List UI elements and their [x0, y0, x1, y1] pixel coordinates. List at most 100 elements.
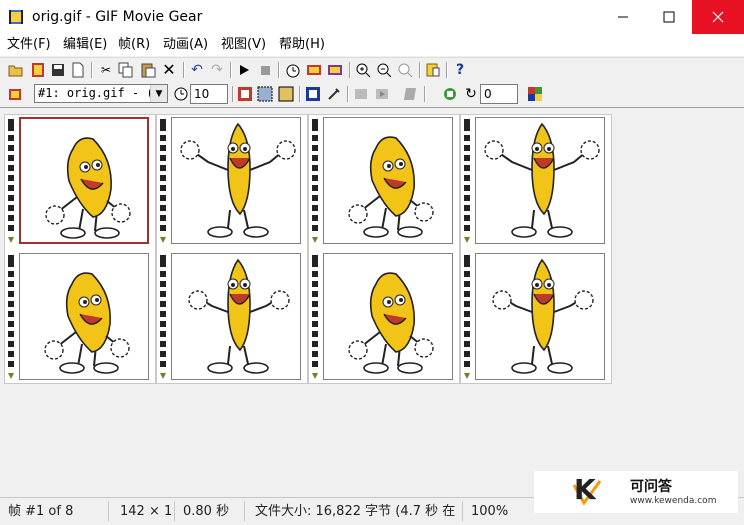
frame-toolbar: #1: orig.gif - ( ▼ 10 ↻ 0: [0, 82, 744, 107]
dispose-leave-icon[interactable]: [256, 85, 274, 103]
zoom-out-icon[interactable]: [375, 61, 393, 79]
banana-figure: [484, 122, 600, 238]
status-divider: [174, 501, 175, 521]
new-icon[interactable]: [69, 61, 87, 79]
filmstrip-column: [156, 114, 308, 384]
status-frame: 帧 #1 of 8: [8, 504, 74, 519]
main-toolbar: ✂ ✕ ↶ ↷ ?: [0, 57, 744, 83]
undo-icon[interactable]: ↶: [188, 61, 206, 79]
frame-thumbnail[interactable]: [171, 253, 301, 380]
filmstrip-sprocket: [160, 119, 166, 379]
frame-thumbnail[interactable]: [475, 253, 605, 380]
frame-thumbnail[interactable]: [475, 117, 605, 244]
status-divider: [462, 501, 463, 521]
frame-select[interactable]: #1: orig.gif - ( ▼: [34, 84, 168, 103]
close-icon: [712, 11, 724, 23]
watermark-name: 可问答: [630, 479, 672, 495]
status-duration: 0.80 秒: [183, 504, 230, 519]
redo-icon[interactable]: ↷: [208, 61, 226, 79]
delay-clock-icon: [172, 85, 190, 103]
toolbar-separator: [424, 86, 426, 102]
maximize-button[interactable]: [646, 0, 692, 34]
title-bar: orig.gif - GIF Movie Gear: [0, 0, 744, 34]
properties-icon[interactable]: [424, 61, 442, 79]
toolbar-separator: [349, 62, 351, 78]
menu-file[interactable]: 文件(F): [7, 37, 51, 53]
frame-select-value: #1: orig.gif - (: [38, 86, 154, 100]
banana-figure: [348, 136, 434, 238]
banana-figure: [188, 258, 290, 374]
frame-thumbnail[interactable]: [323, 117, 453, 244]
delete-icon[interactable]: ✕: [160, 61, 178, 79]
menu-view[interactable]: 视图(V): [221, 37, 266, 53]
banana-figure: [45, 137, 131, 239]
frame-thumbnail[interactable]: [323, 253, 453, 380]
dispose-background-icon[interactable]: [277, 85, 295, 103]
eyedropper-icon[interactable]: [325, 85, 343, 103]
frame-thumbnail[interactable]: [19, 117, 149, 244]
menu-animation[interactable]: 动画(A): [163, 37, 208, 53]
loop-count-field[interactable]: 0: [480, 84, 518, 104]
menu-bar: 文件(F) 编辑(E) 帧(R) 动画(A) 视图(V) 帮助(H): [0, 34, 744, 56]
frame-workspace: [0, 107, 744, 498]
filmstrip-sprocket: [8, 119, 14, 379]
dispose-none-icon[interactable]: [236, 85, 254, 103]
status-size: 142 × 1: [120, 504, 172, 519]
paste-icon[interactable]: [139, 61, 157, 79]
copy-icon[interactable]: [117, 61, 135, 79]
transparency-icon[interactable]: [304, 85, 322, 103]
timer-icon[interactable]: [284, 61, 302, 79]
delay-field[interactable]: 10: [190, 84, 228, 104]
toolbar-separator: [183, 62, 185, 78]
app-icon: [9, 10, 23, 24]
toolbar-separator: [419, 62, 421, 78]
frame-thumbnail[interactable]: [171, 117, 301, 244]
menu-edit[interactable]: 编辑(E): [63, 37, 107, 53]
menu-frame[interactable]: 帧(R): [118, 37, 150, 53]
minimize-button[interactable]: [600, 0, 646, 34]
banana-figure: [180, 122, 296, 238]
stop-icon[interactable]: [256, 61, 274, 79]
frames-back-icon[interactable]: [326, 61, 344, 79]
toolbar-separator: [278, 62, 280, 78]
status-divider: [244, 501, 245, 521]
status-divider: [108, 501, 109, 521]
open-frames-icon[interactable]: [29, 61, 47, 79]
frames-forward-icon[interactable]: [305, 61, 323, 79]
frame-properties-icon[interactable]: [7, 85, 25, 103]
frame-thumbnail[interactable]: [19, 253, 149, 380]
minimize-icon: [618, 16, 628, 18]
banana-figure: [492, 258, 594, 374]
help-icon[interactable]: ?: [451, 61, 469, 79]
palette-icon[interactable]: [526, 85, 544, 103]
watermark-letter: K: [574, 473, 596, 506]
toolbar-separator: [232, 86, 234, 102]
filmstrip-sprocket: [312, 119, 318, 379]
animation-properties-icon[interactable]: [441, 85, 459, 103]
status-filesize: 文件大小: 16,822 字节 (4.7 秒 在: [255, 504, 456, 519]
chevron-down-icon[interactable]: ▼: [150, 85, 167, 102]
status-zoom: 100%: [471, 504, 509, 519]
cut-icon[interactable]: ✂: [97, 61, 115, 79]
watermark-url: www.kewenda.com: [630, 496, 717, 506]
open-icon[interactable]: [7, 61, 25, 79]
banana-figure: [348, 272, 434, 374]
filmstrip-sprocket: [464, 119, 470, 379]
close-button[interactable]: [692, 0, 744, 34]
filmstrip-column: [460, 114, 612, 384]
play-icon[interactable]: [235, 61, 253, 79]
window-title: orig.gif - GIF Movie Gear: [32, 9, 203, 25]
menu-help[interactable]: 帮助(H): [279, 37, 325, 53]
save-icon[interactable]: [49, 61, 67, 79]
toolbar-separator: [299, 86, 301, 102]
toolbar-separator: [230, 62, 232, 78]
shape-icon[interactable]: [401, 85, 419, 103]
filmstrip-column: [308, 114, 460, 384]
toolbar-separator: [446, 62, 448, 78]
banana-figure: [44, 272, 130, 374]
frame-prev-icon[interactable]: [352, 85, 370, 103]
zoom-in-icon[interactable]: [354, 61, 372, 79]
frame-next-icon[interactable]: [373, 85, 391, 103]
zoom-reset-icon[interactable]: [396, 61, 414, 79]
toolbar-separator: [91, 62, 93, 78]
